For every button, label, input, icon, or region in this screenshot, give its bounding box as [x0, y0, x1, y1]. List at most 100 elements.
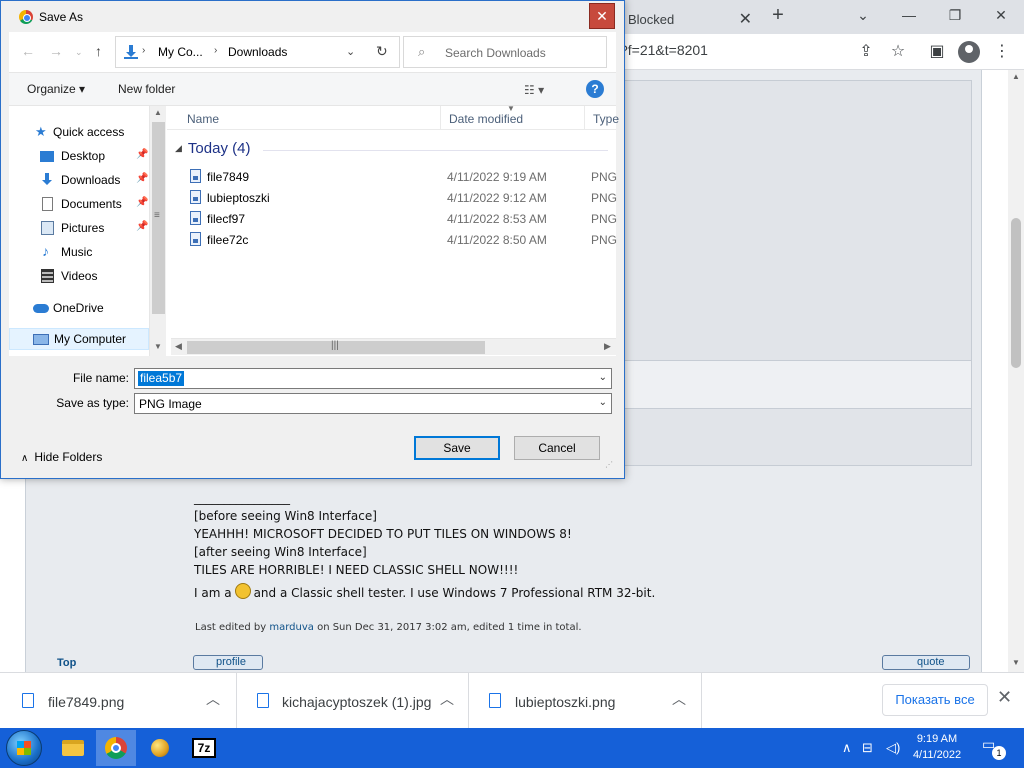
nav-videos[interactable]: Videos — [9, 265, 149, 287]
chevron-up-icon[interactable]: ︿ — [440, 689, 454, 709]
nav-scrollbar[interactable]: ▲ ≡ ▼ — [149, 106, 166, 356]
start-button[interactable] — [6, 730, 42, 766]
nav-desktop[interactable]: Desktop 📌 — [9, 145, 149, 167]
profile-button[interactable]: profile — [193, 655, 263, 670]
clock[interactable]: 9:19 AM 4/11/2022 — [900, 731, 974, 763]
chevron-up-icon[interactable]: ︿ — [672, 689, 686, 709]
scroll-left-icon[interactable]: ◀ — [175, 341, 182, 352]
horizontal-scrollbar[interactable]: ◀ ||| ▶ — [171, 338, 616, 355]
scroll-right-icon[interactable]: ▶ — [604, 341, 611, 352]
edited-suffix: on Sun Dec 31, 2017 3:02 am, edited 1 ti… — [317, 622, 582, 633]
signature-rule: ________________ — [194, 491, 290, 505]
volume-icon[interactable]: ◁) — [886, 740, 900, 756]
download-item[interactable]: file7849.png ︿ — [0, 673, 237, 729]
breadcrumb-item[interactable]: My Co... — [158, 45, 203, 59]
close-window-button[interactable]: ✕ — [978, 4, 1024, 28]
nav-my-computer[interactable]: My Computer — [9, 328, 149, 350]
menu-kebab-icon[interactable]: ⋮ — [990, 40, 1014, 64]
up-arrow-icon[interactable]: ↑ — [95, 43, 102, 59]
chrome-icon — [19, 10, 33, 24]
new-folder-button[interactable]: New folder — [118, 82, 175, 96]
column-name[interactable]: Name — [179, 106, 441, 130]
cancel-button[interactable]: Cancel — [514, 436, 600, 460]
edited-user-link[interactable]: marduva — [269, 622, 314, 633]
taskbar-file-explorer[interactable] — [52, 730, 92, 766]
file-type: PNG — [591, 191, 618, 205]
address-bar[interactable]: ?f=21&t=8201 — [620, 42, 708, 58]
tab-search-icon[interactable]: ⌄ — [840, 4, 886, 28]
file-row[interactable]: filee72c 4/11/2022 8:50 AM PNG — [167, 229, 617, 250]
notification-icon[interactable]: ▭ 1 — [982, 736, 1006, 760]
save-button[interactable]: Save — [414, 436, 500, 460]
signature-line: TILES ARE HORRIBLE! I NEED CLASSIC SHELL… — [194, 563, 519, 577]
view-options-icon[interactable]: ☷ ▾ — [524, 83, 544, 97]
quote-button[interactable]: quote — [882, 655, 970, 670]
nav-documents[interactable]: Documents 📌 — [9, 193, 149, 215]
scroll-up-icon[interactable]: ▲ — [154, 108, 162, 117]
column-type[interactable]: Type — [585, 106, 625, 130]
taskbar-chrome[interactable] — [96, 730, 136, 766]
network-icon[interactable]: ⊟ — [862, 740, 873, 756]
nav-quick-access[interactable]: ★ Quick access — [9, 121, 149, 143]
show-all-button[interactable]: Показать все — [882, 684, 988, 716]
dialog-titlebar[interactable]: Save As ✕ — [1, 1, 624, 32]
clock-date: 4/11/2022 — [912, 749, 962, 761]
search-input[interactable]: ⌕ Search Downloads — [403, 36, 607, 68]
hide-folders-button[interactable]: ∧ Hide Folders — [21, 450, 102, 464]
profile-avatar[interactable] — [958, 41, 980, 63]
file-name-field[interactable]: filea5b7 ⌄ — [134, 368, 612, 389]
maximize-button[interactable]: ❐ — [932, 4, 978, 28]
side-panel-icon[interactable]: ▣ — [925, 40, 949, 64]
scroll-down-icon[interactable]: ▼ — [154, 342, 162, 351]
tab-close-icon[interactable]: ✕ — [739, 9, 752, 29]
breadcrumb-item[interactable]: Downloads — [228, 45, 287, 59]
minimize-button[interactable]: — — [886, 4, 932, 28]
file-row[interactable]: filecf97 4/11/2022 8:53 AM PNG — [167, 208, 618, 229]
refresh-icon[interactable]: ↻ — [376, 43, 388, 60]
column-headers: Name Date modified ▼ Type — [167, 104, 619, 130]
chevron-down-icon[interactable]: ⌄ — [599, 372, 607, 383]
address-bar[interactable]: › My Co... › Downloads ⌄ ↻ — [115, 36, 400, 68]
pictures-icon — [41, 221, 54, 235]
close-icon[interactable]: ✕ — [997, 687, 1012, 708]
group-header[interactable]: ◢ Today (4) — [175, 140, 250, 157]
top-link[interactable]: Top — [57, 657, 76, 669]
chevron-down-icon[interactable]: ⌄ — [346, 45, 355, 58]
scroll-up-icon[interactable]: ▲ — [1012, 72, 1020, 81]
chevron-down-icon[interactable]: ⌄ — [599, 397, 607, 408]
file-name: lubieptoszki — [207, 191, 270, 205]
download-item[interactable]: lubieptoszki.png ︿ — [469, 673, 702, 729]
download-item[interactable]: kichajacyptoszek (1).jpg ︿ — [237, 673, 469, 729]
signature-line: [after seeing Win8 Interface] — [194, 545, 367, 559]
file-row[interactable]: lubieptoszki 4/11/2022 9:12 AM PNG — [167, 187, 618, 208]
browser-tab[interactable]: Blocked ✕ — [612, 4, 760, 34]
chevron-up-icon[interactable]: ︿ — [206, 689, 220, 709]
chevron-up-icon[interactable]: ∧ — [842, 740, 852, 756]
help-icon[interactable]: ? — [586, 80, 604, 98]
scroll-grip-icon: ||| — [331, 340, 339, 351]
nav-music[interactable]: ♪ Music — [9, 241, 149, 263]
file-icon — [489, 693, 501, 708]
bookmark-star-icon[interactable]: ☆ — [886, 40, 910, 64]
recent-dropdown-icon[interactable]: ⌄ — [75, 47, 83, 58]
back-arrow-icon[interactable]: ← — [21, 43, 35, 59]
save-type-select[interactable]: PNG Image ⌄ — [134, 393, 612, 414]
file-row[interactable]: file7849 4/11/2022 9:19 AM PNG — [167, 166, 617, 187]
organize-menu[interactable]: Organize ▾ — [27, 82, 85, 96]
nav-pictures[interactable]: Pictures 📌 — [9, 217, 149, 239]
scroll-thumb[interactable] — [1011, 218, 1021, 368]
taskbar-7zip[interactable]: 7z — [184, 730, 224, 766]
taskbar-app[interactable] — [140, 730, 180, 766]
new-tab-button[interactable]: + — [766, 4, 790, 28]
scroll-down-icon[interactable]: ▼ — [1012, 658, 1020, 667]
hide-folders-label: Hide Folders — [34, 450, 103, 464]
page-scrollbar[interactable]: ▲ ▼ — [1008, 70, 1024, 672]
file-type: PNG — [591, 212, 618, 226]
nav-downloads[interactable]: Downloads 📌 — [9, 169, 149, 191]
dialog-close-button[interactable]: ✕ — [589, 3, 615, 29]
share-icon[interactable]: ⇪ — [854, 40, 878, 64]
forward-arrow-icon[interactable]: → — [49, 43, 63, 59]
nav-onedrive[interactable]: OneDrive — [9, 297, 149, 319]
collapse-icon[interactable]: ◢ — [175, 143, 182, 153]
resize-grip-icon[interactable]: ⋰ — [605, 460, 613, 469]
